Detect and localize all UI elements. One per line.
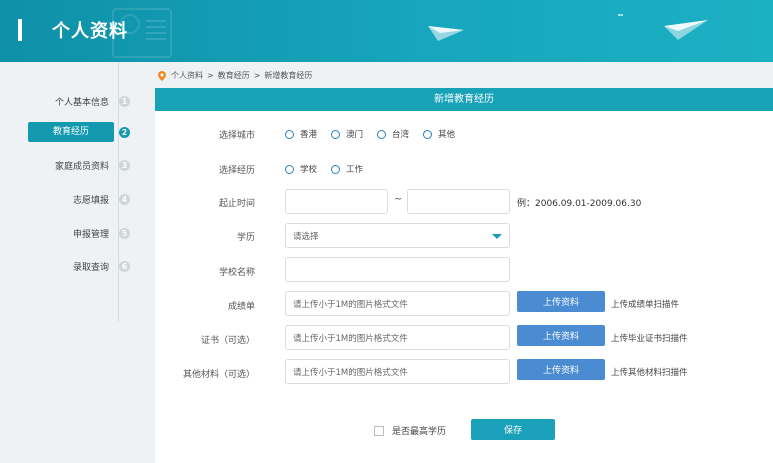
period-label: 起止时间 [218,199,255,209]
certificate-upload-button[interactable]: 上传资料 [517,325,605,346]
sidebar-item-application[interactable]: 志愿填报 4 [20,189,130,209]
radio-taiwan[interactable]: 台湾 [377,128,409,140]
radio-label: 香港 [300,130,318,140]
sidebar-item-basic-info[interactable]: 个人基本信息 1 [20,91,130,111]
breadcrumb-separator: > [207,71,214,80]
radio-circle[interactable] [423,129,433,139]
end-date-input[interactable] [407,189,510,214]
form-heading: 新增教育经历 [155,88,773,111]
location-pin-icon [158,70,166,81]
radio-label: 其他 [438,130,456,140]
radio-circle[interactable] [285,129,294,139]
transcript-hint: 上传成绩单扫描件 [611,300,680,310]
radio-school[interactable]: 学校 [285,163,317,175]
step-number-badge: 5 [119,227,130,239]
school-name-input[interactable] [285,257,510,282]
start-date-input[interactable] [285,189,388,214]
radio-label: 澳门 [346,130,364,140]
certificate-hint: 上传毕业证书扫描件 [611,334,688,344]
radio-label: 台湾 [392,130,410,140]
sidebar-item-label: 申报管理 [72,229,109,240]
step-number-badge: 4 [119,193,130,205]
transcript-placeholder: 请上传小于1M的图片格式文件 [293,299,408,310]
header-accent-bar [18,19,22,41]
form-panel: 新增教育经历 选择城市 香港 澳门 台湾 其他 选择经历 学校 工作 起止时间 … [155,88,773,463]
sidebar-item-label: 教育经历 [28,122,114,142]
breadcrumb-item-current: 新增教育经历 [264,71,313,80]
degree-select-value: 请选择 [293,231,319,242]
highest-degree-label: 是否最高学历 [392,427,447,437]
chevron-down-icon [492,234,502,239]
radio-other[interactable]: 其他 [423,128,455,140]
page-title: 个人资料 [52,21,128,42]
other-materials-label: 其他材料（可选） [182,370,255,380]
breadcrumb-separator: > [253,71,261,80]
highest-degree-checkbox[interactable]: 是否最高学历 [374,424,446,437]
paper-plane-icon [428,26,464,41]
period-example: 例：2006.09.01-2009.06.30 [517,199,642,209]
city-label: 选择城市 [218,131,255,141]
radio-circle[interactable] [377,129,387,139]
header-decoration-dash [618,14,623,16]
other-materials-file-input[interactable]: 请上传小于1M的图片格式文件 [285,359,510,384]
breadcrumb-item[interactable]: 教育经历 [218,70,250,81]
school-label: 学校名称 [218,268,255,278]
experience-radio-group: 学校 工作 [285,163,377,175]
degree-label: 学历 [236,233,255,243]
radio-circle[interactable] [285,164,294,174]
sidebar-item-admission[interactable]: 录取查询 6 [20,256,130,276]
save-button[interactable]: 保存 [471,419,555,440]
transcript-label: 成绩单 [227,302,255,312]
period-separator: ~ [394,194,403,205]
experience-label: 选择经历 [218,166,255,176]
radio-work[interactable]: 工作 [331,163,363,175]
radio-circle[interactable] [331,164,341,174]
sidebar-item-declaration[interactable]: 申报管理 5 [20,223,130,243]
sidebar-item-label: 个人基本信息 [54,97,109,108]
radio-hongkong[interactable]: 香港 [285,128,317,140]
sidebar-item-family[interactable]: 家庭成员资料 3 [20,155,130,175]
certificate-file-input[interactable]: 请上传小于1M的图片格式文件 [285,325,510,350]
step-number-badge: 3 [119,159,130,171]
sidebar: 个人基本信息 1 教育经历 2 家庭成员资料 3 志愿填报 4 申报管理 5 录… [0,62,155,463]
other-materials-upload-button[interactable]: 上传资料 [517,359,605,380]
degree-select[interactable]: 请选择 [285,223,510,248]
radio-label: 工作 [346,165,364,175]
step-number-badge: 2 [119,126,130,138]
paper-plane-icon [664,20,708,40]
step-number-badge: 6 [119,260,130,272]
step-number-badge: 1 [119,95,130,107]
checkbox-box[interactable] [374,425,384,436]
sidebar-item-label: 家庭成员资料 [54,161,109,172]
other-materials-placeholder: 请上传小于1M的图片格式文件 [293,367,408,378]
certificate-placeholder: 请上传小于1M的图片格式文件 [293,333,408,344]
radio-macau[interactable]: 澳门 [331,128,363,140]
certificate-label: 证书（可选） [200,336,255,346]
sidebar-item-education[interactable]: 教育经历 2 [20,122,130,142]
radio-label: 学校 [300,165,318,175]
breadcrumb: 个人资料 > 教育经历 > 新增教育经历 [158,70,312,81]
radio-circle[interactable] [331,129,341,139]
other-materials-hint: 上传其他材料扫描件 [611,368,688,378]
breadcrumb-item[interactable]: 个人资料 [171,70,203,81]
transcript-file-input[interactable]: 请上传小于1M的图片格式文件 [285,291,510,316]
page-header: 个人资料 [0,0,773,62]
header-decoration-lines [146,20,166,44]
sidebar-item-label: 录取查询 [72,262,109,273]
transcript-upload-button[interactable]: 上传资料 [517,291,605,312]
sidebar-item-label: 志愿填报 [72,195,109,206]
city-radio-group: 香港 澳门 台湾 其他 [285,128,469,140]
